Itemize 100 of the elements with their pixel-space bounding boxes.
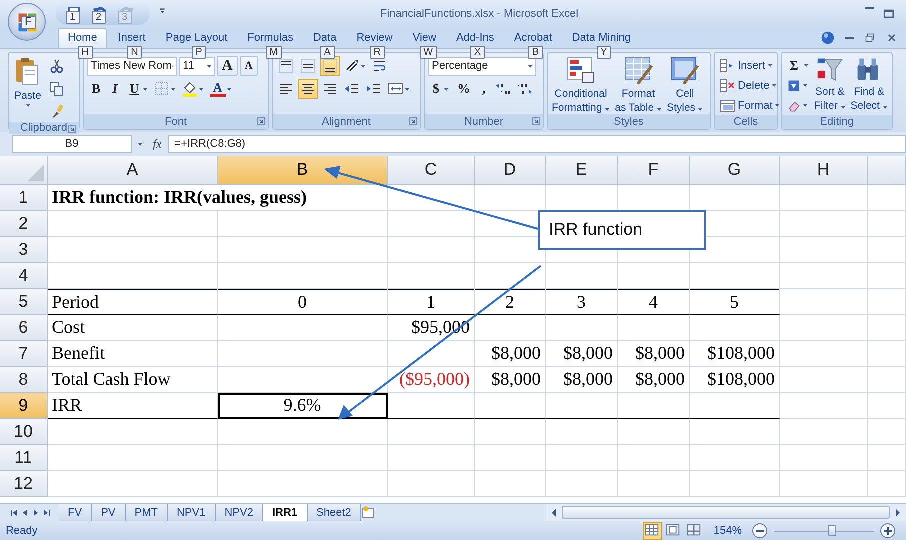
zoom-out-button[interactable] [752,522,768,538]
column-header[interactable]: B [218,156,388,185]
insert-button[interactable]: Insert [718,56,782,75]
underline-button[interactable]: U [124,79,150,99]
grid-icon [644,523,660,538]
name-box[interactable]: B9 [12,135,132,153]
column-header[interactable]: F [618,156,690,185]
paint-bucket-icon [182,81,198,97]
callout: IRR function [538,210,706,250]
italic-button[interactable]: I [108,79,123,99]
row-header[interactable]: 3 [0,237,48,263]
top-align-button[interactable] [276,56,296,76]
previous-sheet-button[interactable] [21,508,29,518]
cell-styles-button[interactable]: Cell Styles [666,56,704,114]
ribbon-tab[interactable]: Page Layout [156,28,237,48]
sheet-tab[interactable]: PMT [126,504,168,521]
sort-filter-button[interactable]: Sort & Filter [814,56,847,115]
sheet-tab[interactable]: NPV2 [216,504,264,521]
insert-sheet-button[interactable] [361,504,378,521]
next-sheet-button[interactable] [32,508,40,518]
save-button[interactable]: 1 [64,5,84,23]
table-cell: $108,000 [690,367,780,393]
shrink-font-button[interactable]: A [240,56,258,76]
dialog-launcher[interactable] [532,117,540,125]
group-label: Number [464,116,504,128]
row-header[interactable]: 6 [0,315,48,341]
row-header[interactable]: 7 [0,341,48,367]
row-header[interactable]: 10 [0,419,48,445]
font-color-button[interactable]: A [208,79,234,99]
center-button[interactable] [298,79,318,99]
column-header[interactable]: E [546,156,618,185]
bar-chart-grid-icon [566,56,596,86]
row-header[interactable]: 1 [0,185,48,211]
last-sheet-button[interactable] [43,508,51,518]
table-cell: ($95,000) [388,367,475,393]
plus-icon [880,522,896,538]
sheet-tab[interactable]: IRR1 [263,504,308,521]
ribbon-tab[interactable]: Formulas [238,28,302,48]
lines-icon [300,58,316,74]
sheet-tab[interactable]: Sheet2 [308,504,362,521]
currency-button[interactable]: $ [428,79,450,99]
column-header[interactable]: D [475,156,546,185]
zoom-slider[interactable] [774,524,874,538]
column-header[interactable]: A [48,156,218,185]
find-select-button[interactable]: Find & Select [850,56,889,115]
ribbon-tab[interactable]: Home [58,28,108,48]
ribbon-tab[interactable]: Data [304,28,346,48]
middle-align-button[interactable] [298,56,318,76]
insert-function-button[interactable]: fx [153,136,162,152]
sheet-tab[interactable]: PV [92,504,126,521]
ribbon-tab[interactable]: Review [348,28,402,48]
dialog-launcher[interactable] [257,117,265,125]
table-cell [868,237,906,263]
row-header[interactable]: 12 [0,471,48,497]
ribbon-tab[interactable]: Add-Ins [447,28,504,48]
format-as-table-button[interactable]: Format as Table [614,56,663,114]
number-format-field[interactable]: Percentage [428,56,536,76]
format-button[interactable]: Format [718,96,782,115]
column-header[interactable]: C [388,156,475,185]
sheet-tab[interactable]: FV [59,504,92,521]
column-header[interactable]: H [780,156,868,185]
slider-thumb[interactable] [828,524,836,536]
undo-button[interactable]: 2 [90,5,110,23]
normal-view-button[interactable] [642,522,662,540]
delete-button[interactable]: Delete [718,76,782,95]
table-cell: $8,000 [618,367,690,393]
key-tip: B [528,46,544,59]
percent-button[interactable]: % [452,79,476,99]
first-sheet-button[interactable] [10,508,18,518]
horizontal-scrollbar[interactable] [546,504,906,521]
row-header[interactable]: 8 [0,367,48,393]
bold-button[interactable]: B [87,79,106,99]
font-size-field[interactable]: 11 [179,56,215,76]
ribbon-tab[interactable]: View [404,28,446,48]
caret-icon [605,108,610,111]
sheet-tab[interactable]: NPV1 [168,504,216,521]
ribbon-tab[interactable]: Acrobat [505,28,562,48]
dialog-launcher[interactable] [68,125,76,133]
comma-button[interactable]: , [478,79,491,99]
zoom-level[interactable]: 154% [710,524,746,536]
ribbon-tab[interactable]: Data Mining [563,28,640,48]
row-header[interactable]: 4 [0,263,48,289]
column-header[interactable]: G [690,156,780,185]
caret-icon [361,64,366,68]
minimize-icon [865,7,874,9]
row-header[interactable]: 11 [0,445,48,471]
formula-field[interactable]: =+IRR(C8:G8) [168,135,906,153]
autosum-button[interactable]: Σ [785,56,810,75]
scroll-thumb[interactable] [562,506,890,519]
paste-button[interactable]: Paste [12,56,44,122]
row-header[interactable]: 2 [0,211,48,237]
grow-font-button[interactable]: A [217,56,238,76]
row-header[interactable]: 9 [0,393,48,419]
zoom-in-button[interactable] [880,522,896,538]
dialog-launcher[interactable] [409,117,417,125]
font-name-field[interactable]: Times New Rom [87,56,177,76]
conditional-formatting-button[interactable]: Conditional Formatting [551,56,612,114]
row-header[interactable]: 5 [0,289,48,315]
ribbon-tab[interactable]: Insert [109,28,155,48]
table-cell [868,211,906,237]
